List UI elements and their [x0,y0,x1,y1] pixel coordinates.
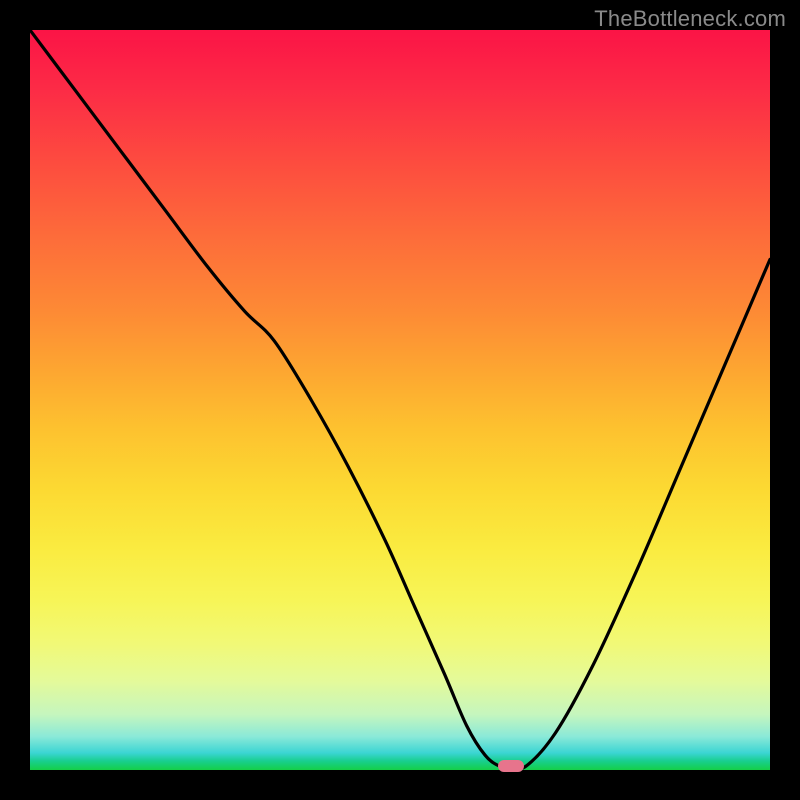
watermark-text: TheBottleneck.com [594,6,786,32]
chart-frame: TheBottleneck.com [0,0,800,800]
optimal-marker [498,760,524,772]
curve-path [30,30,770,769]
bottleneck-curve [30,30,770,770]
plot-area [30,30,770,770]
